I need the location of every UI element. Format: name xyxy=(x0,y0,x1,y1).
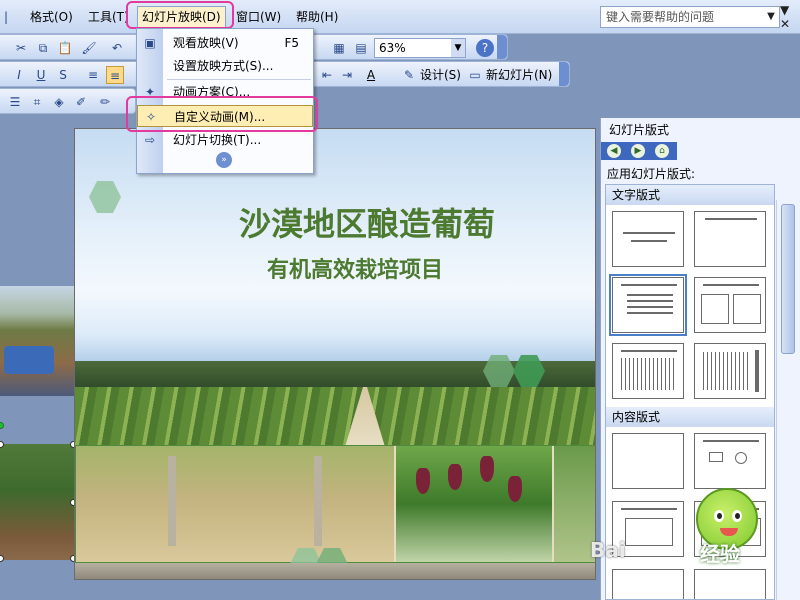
drawing-toolbar: ☰ ⌗ ◈ ✐ ✏ xyxy=(0,88,136,114)
slide-canvas[interactable]: 沙漠地区酿造葡萄 有机高效栽培项目 xyxy=(74,128,596,580)
table-grid-icon[interactable]: ▦ xyxy=(330,39,348,57)
line-style-icon[interactable]: ☰ xyxy=(6,93,24,111)
format-painter-icon[interactable]: 🖌 xyxy=(80,39,98,57)
forward-icon[interactable]: ▶ xyxy=(631,144,645,158)
watermark-text-2: 经验 xyxy=(700,542,740,566)
play-slideshow-icon: ▣ xyxy=(144,36,156,50)
expand-menu-chevron-icon[interactable]: » xyxy=(216,152,232,168)
vine-posts-photo[interactable] xyxy=(76,446,394,562)
layout-vertical-text[interactable] xyxy=(612,343,684,399)
align-center-icon[interactable]: ≡ xyxy=(106,66,124,84)
mascot-eye xyxy=(732,510,742,522)
recolor-icon[interactable]: ✐ xyxy=(72,93,90,111)
design-icon[interactable]: ✎ xyxy=(400,66,418,84)
task-pane-nav: ◀ ▶ ⌂ xyxy=(601,142,677,160)
photo-strip[interactable] xyxy=(75,445,595,579)
slide-subtitle[interactable]: 有机高效栽培项目 xyxy=(267,252,443,284)
post xyxy=(314,456,322,546)
crop-icon[interactable]: ⌗ xyxy=(28,93,46,111)
apply-layout-label: 应用幻灯片版式: xyxy=(607,167,696,181)
back-icon[interactable]: ◀ xyxy=(607,144,621,158)
menu-separator xyxy=(167,79,311,80)
menu-item-label: 幻灯片切换(T)... xyxy=(173,133,262,147)
post xyxy=(168,456,176,546)
section-header-text-layouts: 文字版式 xyxy=(606,185,774,205)
shadow-icon[interactable]: S xyxy=(54,66,72,84)
grape-bunch xyxy=(448,464,462,490)
slide-title[interactable]: 沙漠地区酿造葡萄 xyxy=(239,199,495,245)
menu-item-slide-transition[interactable]: ⇨ 幻灯片切换(T)... xyxy=(137,129,313,151)
underline-icon[interactable]: U xyxy=(32,66,50,84)
home-icon[interactable]: ⌂ xyxy=(655,144,669,158)
menu-item-label: 观看放映(V) xyxy=(173,36,239,50)
menu-help[interactable]: 帮助(H) xyxy=(292,8,342,26)
watermark-text: Bai xyxy=(590,538,626,562)
layout-two-content-alt[interactable] xyxy=(694,569,766,599)
vineyard-photo[interactable] xyxy=(75,387,595,445)
italic-icon[interactable]: I xyxy=(10,66,28,84)
mascot-mouth xyxy=(720,528,738,536)
menu-slideshow-highlight xyxy=(126,1,234,29)
help-search-input[interactable]: 键入需要帮助的问题 ▼ xyxy=(600,6,780,28)
layout-title-slide[interactable] xyxy=(612,211,684,267)
mascot-eye xyxy=(714,510,724,522)
scrollbar-thumb[interactable] xyxy=(781,204,795,354)
design-button[interactable]: 设计(S) xyxy=(420,67,461,83)
toolbar-options-icon[interactable] xyxy=(497,35,507,59)
section-header-content-layouts: 内容版式 xyxy=(606,407,774,427)
slide-transition-icon: ⇨ xyxy=(144,133,156,147)
custom-animation-highlight xyxy=(126,96,318,132)
decrease-indent-icon[interactable]: ⇤ xyxy=(318,66,336,84)
undo-icon[interactable]: ↶ xyxy=(108,39,126,57)
new-slide-button[interactable]: 新幻灯片(N) xyxy=(486,67,552,83)
tractor-shape xyxy=(4,346,54,374)
grape-bunch xyxy=(508,476,522,502)
menu-item-view-show[interactable]: ▣ 观看放映(V) F5 xyxy=(137,32,313,54)
layout-content[interactable] xyxy=(694,433,766,489)
toolbar-options-icon-2[interactable] xyxy=(559,62,569,86)
new-slide-icon[interactable]: ▭ xyxy=(466,66,484,84)
align-left-icon[interactable]: ≡ xyxy=(84,66,102,84)
menu-format[interactable]: 格式(O) xyxy=(26,8,77,26)
layout-title-and-text[interactable] xyxy=(609,274,687,336)
layout-two-column-text[interactable] xyxy=(694,277,766,333)
increase-indent-icon[interactable]: ⇥ xyxy=(338,66,356,84)
zoom-value: 63% xyxy=(379,41,406,55)
slide-band xyxy=(75,335,595,361)
tractor-photo[interactable] xyxy=(0,286,74,396)
menu-window[interactable]: 窗口(W) xyxy=(232,8,285,26)
paste-icon[interactable]: 📋 xyxy=(56,39,74,57)
color-grayscale-icon[interactable]: ▤ xyxy=(352,39,370,57)
grape-bunch xyxy=(480,456,494,482)
layout-title-only[interactable] xyxy=(694,211,766,267)
zoom-select[interactable]: 63% ▼ xyxy=(374,38,466,58)
menu-item-shortcut: F5 xyxy=(284,36,299,50)
layout-vertical-title-text[interactable] xyxy=(694,343,766,399)
help-dropdown-icon[interactable]: ▼ xyxy=(763,7,779,27)
cut-icon[interactable]: ✂ xyxy=(12,39,30,57)
layout-four-content[interactable] xyxy=(612,569,684,599)
layout-blank[interactable] xyxy=(612,433,684,489)
font-color-icon[interactable]: A xyxy=(362,66,380,84)
help-search-placeholder: 键入需要帮助的问题 xyxy=(606,10,715,24)
slide-bottom-band xyxy=(75,563,595,579)
copy-icon[interactable]: ⧉ xyxy=(34,39,52,57)
help-icon[interactable]: ? xyxy=(476,39,494,57)
menu-bar-grip: | xyxy=(4,10,9,24)
grape-photo[interactable] xyxy=(396,446,552,562)
close-icon[interactable]: ▼ ✕ xyxy=(780,3,800,31)
task-pane-title: 幻灯片版式 xyxy=(609,123,670,137)
menu-item-setup-show[interactable]: 设置放映方式(S)... xyxy=(137,55,313,77)
picture-adjust-icon[interactable]: ◈ xyxy=(50,93,68,111)
task-pane-scrollbar[interactable] xyxy=(776,200,798,600)
pen-icon[interactable]: ✏ xyxy=(96,93,114,111)
menu-item-label: 设置放映方式(S)... xyxy=(173,59,274,73)
menu-bar: | 格式(O) 工具(T) 幻灯片放映(D) 窗口(W) 帮助(H) 键入需要帮… xyxy=(0,0,800,34)
grape-bunch xyxy=(416,468,430,494)
vineyard-thumbnail-photo[interactable] xyxy=(0,444,74,560)
zoom-dropdown-icon[interactable]: ▼ xyxy=(451,39,465,57)
